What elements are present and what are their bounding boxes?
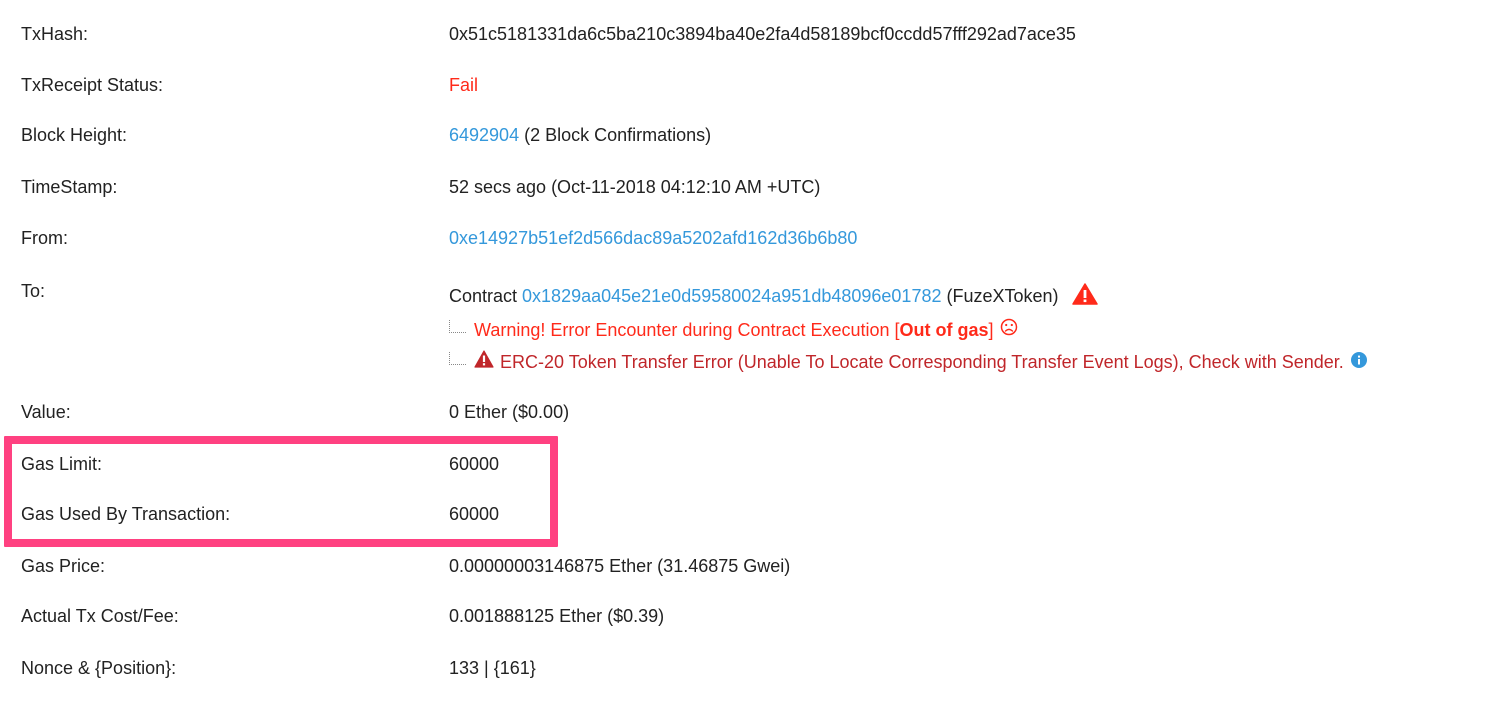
nonce-value: 133 | {161} <box>449 658 536 678</box>
contract-prefix: Contract <box>449 286 523 306</box>
gas-limit-label: Gas Limit: <box>21 454 103 474</box>
row-tx-fee: Actual Tx Cost/Fee: 0.001888125 Ether ($… <box>0 605 1486 655</box>
info-circle-icon[interactable] <box>1350 351 1367 373</box>
block-confirmations: (2 Block Confirmations) <box>519 125 712 145</box>
contract-token-name: (FuzeXToken) <box>941 286 1059 306</box>
row-gas-limit: Gas Limit: 60000 <box>0 453 1486 503</box>
contract-address-link[interactable]: 0x1829aa045e21e0d59580024a951db48096e017… <box>522 286 941 306</box>
sad-face-icon <box>1000 318 1018 341</box>
timestamp-value: 52 secs ago (Oct-11-2018 04:12:10 AM +UT… <box>449 177 821 197</box>
row-to: To: Contract 0x1829aa045e21e0d59580024a9… <box>0 280 1486 380</box>
row-nonce: Nonce & {Position}: 133 | {161} <box>0 657 1486 697</box>
warning-triangle-icon[interactable] <box>1071 283 1098 310</box>
value-label: Value: <box>21 402 71 422</box>
from-address-link[interactable]: 0xe14927b51ef2d566dac89a5202afd162d36b6b… <box>449 227 857 249</box>
to-label: To: <box>21 281 46 301</box>
txhash-label: TxHash: <box>21 24 89 44</box>
warning-text: Warning! Error Encounter during Contract… <box>474 319 994 341</box>
row-timestamp: TimeStamp: 52 secs ago (Oct-11-2018 04:1… <box>0 176 1486 226</box>
tree-connector-icon <box>449 320 466 333</box>
erc20-transfer-error: ERC-20 Token Transfer Error (Unable To L… <box>449 350 1367 373</box>
row-txhash: TxHash: 0x51c5181331da6c5ba210c3894ba40e… <box>0 23 1486 73</box>
tree-connector-icon <box>449 352 466 365</box>
warning-out-of-gas: Out of gas <box>899 319 989 340</box>
gas-price-value: 0.00000003146875 Ether (31.46875 Gwei) <box>449 556 791 576</box>
status-value: Fail <box>449 75 479 95</box>
block-height-label: Block Height: <box>21 125 128 145</box>
row-from: From: 0xe14927b51ef2d566dac89a5202afd162… <box>0 227 1486 277</box>
warning-suffix: ] <box>988 319 994 340</box>
row-gas-used: Gas Used By Transaction: 60000 <box>0 503 1486 553</box>
row-status: TxReceipt Status: Fail <box>0 74 1486 124</box>
txhash-value: 0x51c5181331da6c5ba210c3894ba40e2fa4d581… <box>449 24 1076 44</box>
gas-used-value: 60000 <box>449 504 500 524</box>
row-block-height: Block Height: 6492904 (2 Block Confirmat… <box>0 124 1486 174</box>
gas-limit-value: 60000 <box>449 454 500 474</box>
block-height-value: 6492904 (2 Block Confirmations) <box>449 124 711 146</box>
row-value: Value: 0 Ether ($0.00) <box>0 401 1486 451</box>
nonce-label: Nonce & {Position}: <box>21 658 177 678</box>
gas-used-label: Gas Used By Transaction: <box>21 504 231 524</box>
warning-triangle-icon <box>474 350 494 373</box>
tx-fee-label: Actual Tx Cost/Fee: <box>21 606 179 626</box>
timestamp-label: TimeStamp: <box>21 177 118 197</box>
warning-prefix: Warning! Error Encounter during Contract… <box>474 319 900 340</box>
block-number-link[interactable]: 6492904 <box>449 125 519 145</box>
from-label: From: <box>21 228 68 248</box>
out-of-gas-warning: Warning! Error Encounter during Contract… <box>449 318 1018 341</box>
to-value: Contract 0x1829aa045e21e0d59580024a951db… <box>449 283 1098 310</box>
row-gas-price: Gas Price: 0.00000003146875 Ether (31.46… <box>0 555 1486 605</box>
gas-price-label: Gas Price: <box>21 556 106 576</box>
status-label: TxReceipt Status: <box>21 75 164 95</box>
erc20-error-text: ERC-20 Token Transfer Error (Unable To L… <box>500 351 1344 372</box>
value-amount: 0 Ether ($0.00) <box>449 402 570 422</box>
tx-fee-value: 0.001888125 Ether ($0.39) <box>449 606 665 626</box>
